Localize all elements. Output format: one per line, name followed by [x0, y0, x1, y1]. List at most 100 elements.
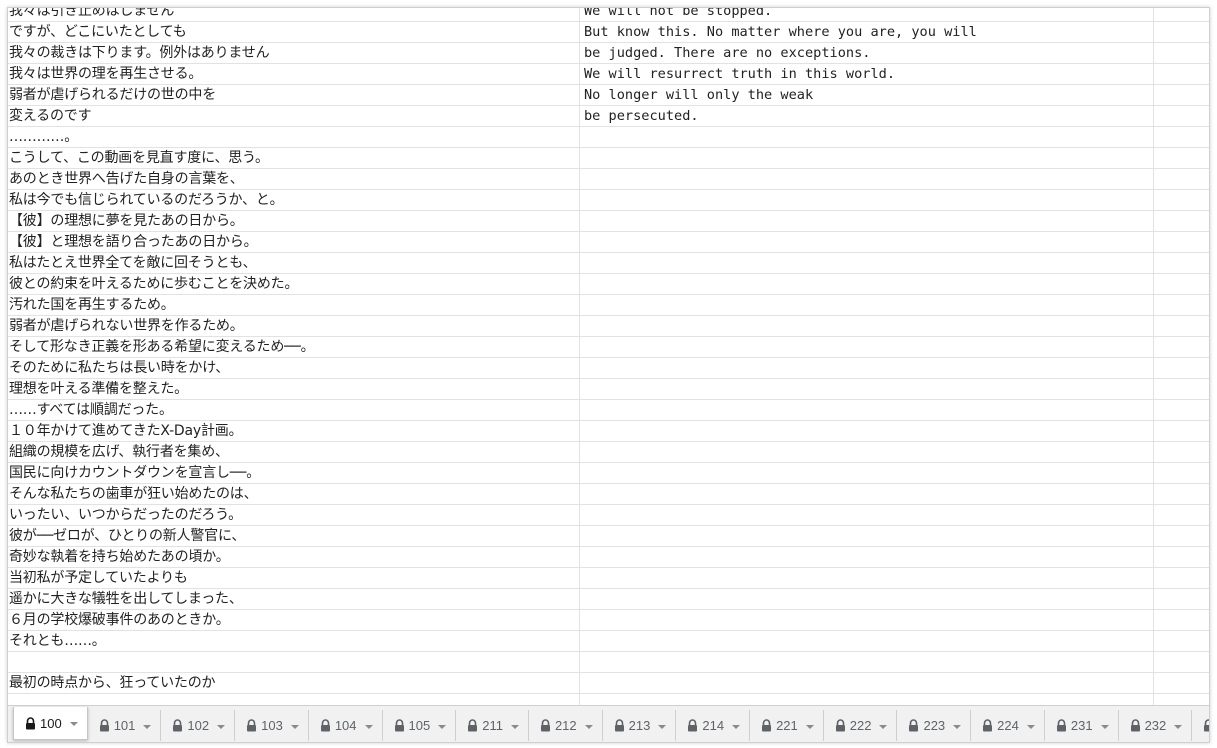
sheet-tab[interactable]: 101: [88, 710, 162, 741]
cell-english[interactable]: [580, 253, 1154, 273]
sheet-tab[interactable]: 221: [750, 710, 824, 741]
chevron-down-icon[interactable]: [658, 724, 667, 729]
sheet-tab[interactable]: 224: [971, 710, 1045, 741]
cell-english[interactable]: But know this. No matter where you are, …: [580, 22, 1154, 42]
sheet-tab[interactable]: 213: [603, 710, 677, 741]
cell-english[interactable]: [580, 169, 1154, 189]
cell-empty[interactable]: [1154, 43, 1209, 63]
cell-empty[interactable]: [1154, 358, 1209, 378]
cell-english[interactable]: [580, 463, 1154, 483]
cell-japanese[interactable]: …………。: [8, 127, 580, 147]
cell-english[interactable]: [580, 547, 1154, 567]
cell-english[interactable]: [580, 274, 1154, 294]
cell-empty[interactable]: [1154, 190, 1209, 210]
cell-english[interactable]: [580, 673, 1154, 693]
chevron-down-icon[interactable]: [953, 724, 962, 729]
chevron-down-icon[interactable]: [69, 722, 78, 726]
cell-empty[interactable]: [1154, 505, 1209, 525]
cell-empty[interactable]: [1154, 631, 1209, 651]
cell-japanese[interactable]: 汚れた国を再生するため。: [8, 295, 580, 315]
cell-empty[interactable]: [1154, 463, 1209, 483]
cell-japanese[interactable]: それとも……。: [8, 631, 580, 651]
cell-empty[interactable]: [1154, 295, 1209, 315]
cell-empty[interactable]: [1154, 232, 1209, 252]
cell-english[interactable]: No longer will only the weak: [580, 85, 1154, 105]
cell-english[interactable]: [580, 421, 1154, 441]
sheet-tab[interactable]: 231: [1045, 710, 1119, 741]
cell-empty[interactable]: [1154, 253, 1209, 273]
cell-empty[interactable]: [1154, 22, 1209, 42]
cell-english[interactable]: [580, 610, 1154, 630]
cell-empty[interactable]: [1154, 8, 1209, 21]
cell-japanese[interactable]: ６月の学校爆破事件のあのときか。: [8, 610, 580, 630]
cell-japanese[interactable]: そして形なき正義を形ある希望に変えるため──。: [8, 337, 580, 357]
cell-japanese[interactable]: 【彼】と理想を語り合ったあの日から。: [8, 232, 580, 252]
cell-empty[interactable]: [1154, 421, 1209, 441]
chevron-down-icon[interactable]: [1026, 724, 1035, 729]
chevron-down-icon[interactable]: [290, 724, 299, 729]
cell-english[interactable]: [580, 631, 1154, 651]
cell-empty[interactable]: [1154, 316, 1209, 336]
cell-english[interactable]: [580, 589, 1154, 609]
chevron-down-icon[interactable]: [217, 724, 226, 729]
cell-english[interactable]: [580, 568, 1154, 588]
cell-english[interactable]: be persecuted.: [580, 106, 1154, 126]
cell-empty[interactable]: [1154, 568, 1209, 588]
cell-empty[interactable]: [1154, 484, 1209, 504]
cell-japanese[interactable]: 我々は引き止めはしません: [8, 8, 580, 21]
cell-english[interactable]: We will resurrect truth in this world.: [580, 64, 1154, 84]
cell-japanese[interactable]: 奇妙な執着を持ち始めたあの頃か。: [8, 547, 580, 567]
sheet-tab[interactable]: 214: [676, 710, 751, 741]
chevron-down-icon[interactable]: [732, 724, 741, 729]
cell-english[interactable]: [580, 232, 1154, 252]
cell-empty[interactable]: [1154, 85, 1209, 105]
cell-empty[interactable]: [1154, 589, 1209, 609]
chevron-down-icon[interactable]: [438, 724, 447, 729]
cell-japanese[interactable]: 当初私が予定していたよりも: [8, 568, 580, 588]
cell-empty[interactable]: [1154, 547, 1209, 567]
sheet-tab[interactable]: 212: [529, 710, 603, 741]
cell-japanese[interactable]: 組織の規模を広げ、執行者を集め、: [8, 442, 580, 462]
cell-japanese[interactable]: 私は今でも信じられているのだろうか、と。: [8, 190, 580, 210]
cell-japanese[interactable]: 変えるのです: [8, 106, 580, 126]
cell-japanese[interactable]: あのとき世界へ告げた自身の言葉を、: [8, 169, 580, 189]
cell-english[interactable]: [580, 190, 1154, 210]
cell-english[interactable]: [580, 127, 1154, 147]
cell-japanese[interactable]: そんな私たちの歯車が狂い始めたのは、: [8, 484, 580, 504]
cell-japanese[interactable]: 彼が──ゼロが、ひとりの新人警官に、: [8, 526, 580, 546]
cell-empty[interactable]: [1154, 337, 1209, 357]
cell-empty[interactable]: [1154, 64, 1209, 84]
cell-japanese[interactable]: 私はたとえ世界全てを敵に回そうとも、: [8, 253, 580, 273]
cell-english[interactable]: [580, 484, 1154, 504]
cell-english[interactable]: [580, 526, 1154, 546]
cell-empty[interactable]: [1154, 442, 1209, 462]
cell-empty[interactable]: [1154, 211, 1209, 231]
chevron-down-icon[interactable]: [510, 724, 519, 729]
chevron-down-icon[interactable]: [584, 724, 593, 729]
sheet-tab[interactable]: 105: [383, 710, 457, 741]
sheet-tab[interactable]: 223: [897, 710, 972, 741]
cell-english[interactable]: [580, 379, 1154, 399]
cell-english[interactable]: We will not be stopped.: [580, 8, 1154, 21]
cell-japanese[interactable]: 我々の裁きは下ります。例外はありません: [8, 43, 580, 63]
cell-empty[interactable]: [1154, 652, 1209, 672]
cell-english[interactable]: [580, 337, 1154, 357]
cell-english[interactable]: [580, 652, 1154, 672]
cell-empty[interactable]: [1154, 106, 1209, 126]
cell-japanese[interactable]: 理想を叶える準備を整えた。: [8, 379, 580, 399]
sheet-tab[interactable]: 104: [309, 710, 383, 741]
cell-japanese[interactable]: 最初の時点から、狂っていたのか: [8, 673, 580, 693]
chevron-down-icon[interactable]: [879, 724, 888, 729]
cell-japanese[interactable]: 弱者が虐げられない世界を作るため。: [8, 316, 580, 336]
cell-empty[interactable]: [1154, 379, 1209, 399]
cell-english[interactable]: [580, 442, 1154, 462]
chevron-down-icon[interactable]: [805, 724, 814, 729]
cell-japanese[interactable]: 彼との約束を叶えるために歩むことを決めた。: [8, 274, 580, 294]
cell-english[interactable]: be judged. There are no exceptions.: [580, 43, 1154, 63]
sheet-tab[interactable]: 232: [1119, 710, 1193, 741]
cell-japanese[interactable]: ですが、どこにいたとしても: [8, 22, 580, 42]
sheet-tab[interactable]: 222: [824, 710, 898, 741]
sheet-tab[interactable]: 211: [456, 710, 529, 741]
cell-english[interactable]: [580, 400, 1154, 420]
cell-english[interactable]: [580, 295, 1154, 315]
